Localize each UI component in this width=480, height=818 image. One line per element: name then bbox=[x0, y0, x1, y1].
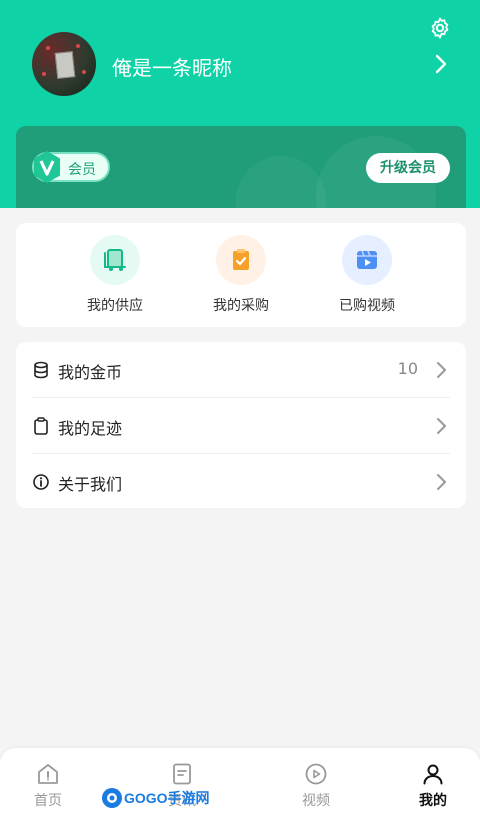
menu-item-coins[interactable]: 我的金币 10 bbox=[32, 342, 450, 398]
user-icon bbox=[423, 764, 443, 785]
upgrade-vip-button[interactable]: 升级会员 bbox=[366, 153, 450, 183]
quick-actions-card: 我的供应 我的采购 已购视频 bbox=[16, 223, 466, 327]
chevron-right-icon bbox=[437, 362, 446, 378]
quick-item-purchase[interactable]: 我的采购 bbox=[186, 235, 296, 315]
quick-item-supply[interactable]: 我的供应 bbox=[60, 235, 170, 315]
purchase-icon bbox=[216, 235, 266, 285]
info-icon bbox=[33, 474, 49, 490]
supply-icon bbox=[90, 235, 140, 285]
play-icon bbox=[305, 763, 327, 785]
menu-item-footprint[interactable]: 我的足迹 bbox=[32, 398, 450, 454]
tab-mine[interactable]: 我的 bbox=[393, 762, 473, 810]
watermark-logo: GOGO手游网 bbox=[100, 786, 214, 812]
tab-label: 首页 bbox=[34, 793, 62, 809]
tab-label: 我的 bbox=[419, 793, 447, 809]
watermark-icon bbox=[102, 788, 122, 808]
user-nickname[interactable]: 俺是一条昵称 bbox=[112, 52, 232, 81]
quick-item-label: 已购视频 bbox=[339, 298, 395, 314]
coin-icon bbox=[34, 361, 48, 379]
chevron-right-icon bbox=[437, 418, 446, 434]
quick-item-videos[interactable]: 已购视频 bbox=[312, 235, 422, 315]
bottom-tab-bar: 首页 资讯 视频 我的 bbox=[0, 748, 480, 818]
menu-card: 我的金币 10 我的足迹 关于我们 bbox=[16, 342, 466, 508]
vip-badge-label: 会员 bbox=[68, 162, 96, 178]
chevron-right-icon[interactable] bbox=[432, 52, 450, 76]
vip-badge: 会员 bbox=[32, 151, 110, 183]
news-icon bbox=[173, 763, 191, 785]
home-icon bbox=[38, 764, 58, 784]
menu-item-label: 我的金币 bbox=[58, 363, 123, 382]
chevron-right-icon bbox=[437, 474, 446, 490]
gear-icon[interactable] bbox=[428, 16, 452, 40]
vip-card: 会员 升级会员 bbox=[16, 126, 466, 208]
quick-item-label: 我的供应 bbox=[87, 298, 143, 314]
menu-item-label: 关于我们 bbox=[58, 475, 123, 494]
tab-video[interactable]: 视频 bbox=[276, 762, 356, 810]
tab-home[interactable]: 首页 bbox=[8, 762, 88, 810]
menu-item-about[interactable]: 关于我们 bbox=[32, 454, 450, 510]
coin-count: 10 bbox=[397, 359, 418, 378]
watermark-text: GOGO手游网 bbox=[124, 790, 210, 806]
tab-label: 视频 bbox=[302, 793, 330, 809]
clipboard-icon bbox=[34, 417, 48, 435]
avatar[interactable] bbox=[32, 32, 96, 96]
vip-v-icon bbox=[34, 151, 60, 183]
menu-item-label: 我的足迹 bbox=[58, 419, 123, 438]
video-icon bbox=[342, 235, 392, 285]
quick-item-label: 我的采购 bbox=[213, 298, 269, 314]
